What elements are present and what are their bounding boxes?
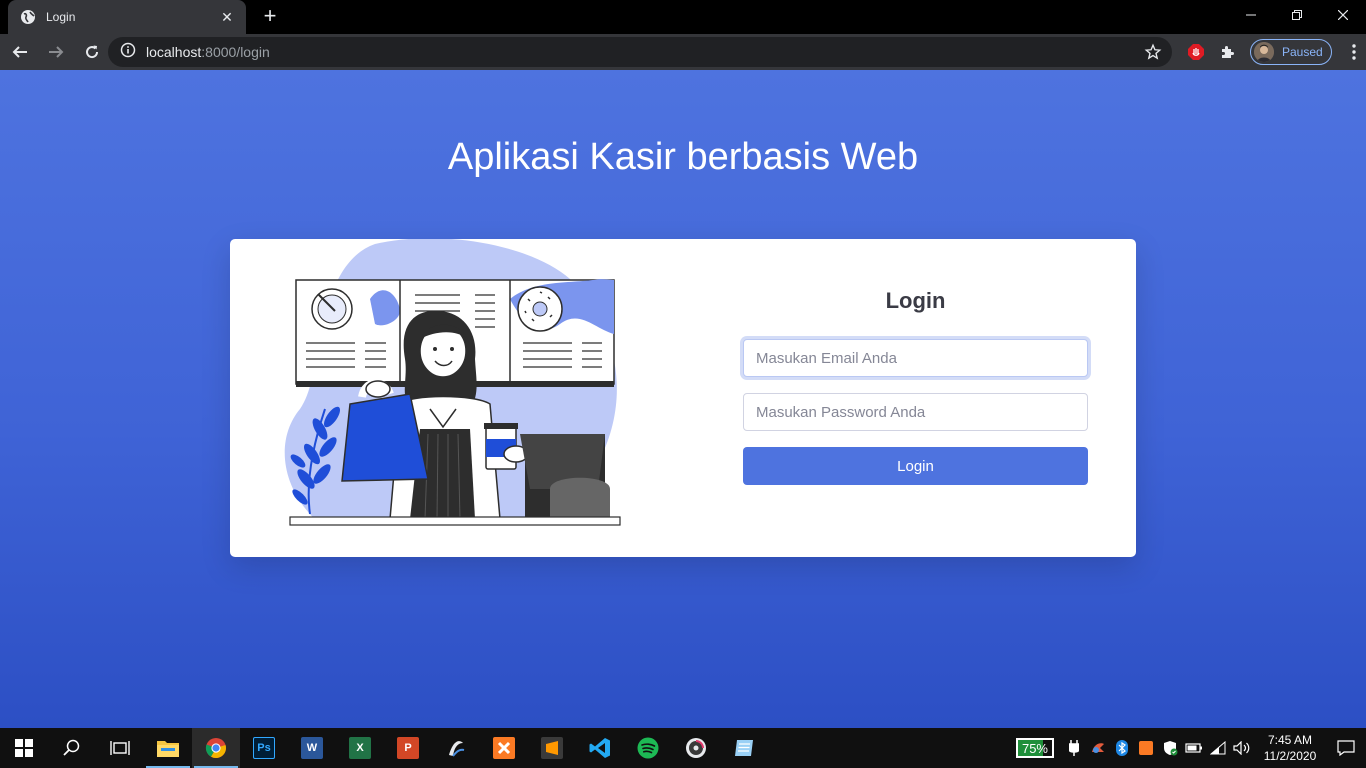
extensions-area: Paused	[1182, 37, 1366, 67]
notepad-icon[interactable]	[720, 728, 768, 768]
sublime-text-icon[interactable]	[528, 728, 576, 768]
photoshop-icon[interactable]: Ps	[240, 728, 288, 768]
media-player-icon[interactable]	[672, 728, 720, 768]
profile-button[interactable]: Paused	[1250, 39, 1332, 65]
password-input[interactable]	[743, 393, 1088, 431]
puzzle-extensions-icon[interactable]	[1214, 38, 1242, 66]
address-bar[interactable]: localhost:8000/login	[108, 37, 1172, 67]
clock[interactable]: 7:45 AM 11/2/2020	[1254, 732, 1326, 764]
wifi-icon[interactable]	[1206, 728, 1230, 768]
login-button[interactable]: Login	[743, 447, 1088, 485]
clock-date: 11/2/2020	[1263, 749, 1317, 763]
search-icon[interactable]	[48, 728, 96, 768]
restore-icon[interactable]	[1274, 0, 1320, 30]
login-heading: Login	[885, 288, 946, 313]
globe-icon	[20, 9, 36, 25]
system-tray: 75% 7:45 AM 11/2/2020	[1015, 728, 1366, 768]
windows-taskbar: Ps W X P 75% 7:45 AM 11/2/2020	[0, 728, 1366, 768]
security-shield-icon[interactable]	[1158, 728, 1182, 768]
xampp-tray-icon[interactable]	[1134, 728, 1158, 768]
excel-icon[interactable]: X	[336, 728, 384, 768]
clock-time: 7:45 AM	[1267, 733, 1313, 747]
profile-status: Paused	[1282, 45, 1323, 59]
browser-toolbar: localhost:8000/login Paused	[0, 34, 1366, 70]
url-path: :8000/login	[201, 44, 270, 60]
page-background: Aplikasi Kasir berbasis Web Login Masuka…	[0, 70, 1366, 728]
cashier-illustration	[280, 239, 630, 539]
battery-indicator[interactable]: 75%	[1015, 738, 1054, 758]
browser-tab-strip: Login ✕ +	[0, 0, 1366, 34]
avatar	[1254, 42, 1274, 62]
tab-title: Login	[46, 10, 76, 24]
word-icon[interactable]: W	[288, 728, 336, 768]
adblock-extension-icon[interactable]	[1182, 38, 1210, 66]
bookmark-star-icon[interactable]	[1144, 43, 1162, 66]
email-input[interactable]	[743, 339, 1088, 377]
login-card: Login Login	[230, 239, 1136, 557]
power-plug-icon[interactable]	[1062, 728, 1086, 768]
chrome-icon[interactable]	[192, 728, 240, 768]
file-explorer-icon[interactable]	[144, 728, 192, 768]
battery-percent: 75%	[1021, 740, 1048, 756]
forward-icon[interactable]	[40, 36, 72, 68]
task-view-icon[interactable]	[96, 728, 144, 768]
bluetooth-icon[interactable]	[1110, 728, 1134, 768]
site-info-icon[interactable]	[120, 42, 136, 63]
xampp-icon[interactable]	[480, 728, 528, 768]
login-form: Login Login	[743, 239, 1088, 557]
close-window-icon[interactable]	[1320, 0, 1366, 30]
url-host: localhost	[146, 44, 202, 60]
windows-start-icon[interactable]	[0, 728, 48, 768]
back-icon[interactable]	[4, 36, 36, 68]
battery-icon[interactable]	[1182, 728, 1206, 768]
more-menu-icon[interactable]	[1340, 38, 1366, 66]
notifications-icon[interactable]	[1326, 728, 1366, 768]
minimize-icon[interactable]	[1228, 0, 1274, 30]
spotify-icon[interactable]	[624, 728, 672, 768]
vscode-icon[interactable]	[576, 728, 624, 768]
powerpoint-icon[interactable]: P	[384, 728, 432, 768]
reload-icon[interactable]	[76, 36, 108, 68]
app-tray-icon[interactable]	[1086, 728, 1110, 768]
browser-tab[interactable]: Login ✕	[8, 0, 246, 34]
wakatime-icon[interactable]	[432, 728, 480, 768]
volume-icon[interactable]	[1230, 728, 1254, 768]
window-controls	[1228, 0, 1366, 34]
tab-close-icon[interactable]: ✕	[218, 9, 236, 26]
new-tab-button[interactable]: +	[258, 5, 282, 29]
page-title: Aplikasi Kasir berbasis Web	[447, 136, 919, 178]
